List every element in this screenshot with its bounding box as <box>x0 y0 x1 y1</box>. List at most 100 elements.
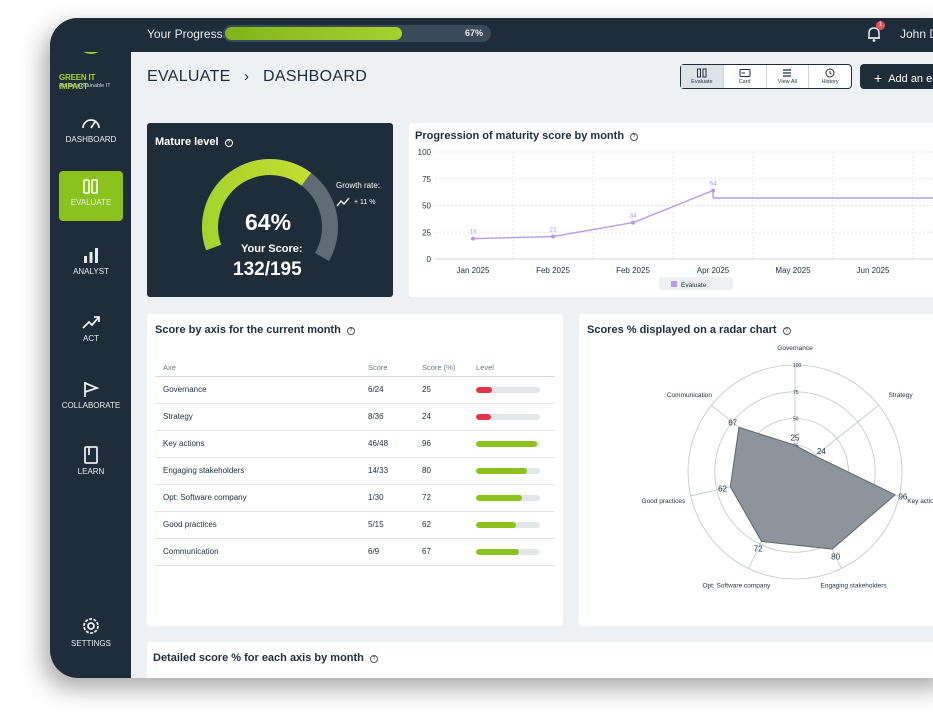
score-by-axis-title: Score by axis for the current month? <box>155 324 355 336</box>
help-icon[interactable]: ? <box>346 327 355 335</box>
score-cell: 5/15 <box>368 511 422 539</box>
radar-card: Scores % displayed on a radar chart? 025… <box>579 314 933 626</box>
sidebar-item-learn[interactable]: LEARN <box>59 440 123 490</box>
progress-fill <box>225 27 402 40</box>
axe-cell: Communication <box>155 538 368 566</box>
view-label: Evaluate <box>691 79 713 85</box>
level-bar <box>476 413 540 420</box>
y-tick-label: 100 <box>418 148 432 157</box>
table-row[interactable]: Engaging stakeholders 14/33 80 <box>155 457 555 485</box>
trend-up-icon <box>336 197 350 207</box>
radar-axis-label: Good practices <box>642 498 686 505</box>
table-row[interactable]: Communication 6/9 67 <box>155 538 555 566</box>
score-pct-cell: 62 <box>422 511 476 539</box>
view-label: View All <box>777 79 797 85</box>
brand-tagline: Act for sustainable IT <box>59 83 111 89</box>
y-tick-label: 25 <box>422 228 431 237</box>
radar-value-label: 24 <box>817 447 826 456</box>
data-point <box>471 236 475 241</box>
sidebar-item-label: COLLABORATE <box>61 401 121 410</box>
detailed-score-title: Detailed score % for each axis by month? <box>153 652 378 664</box>
sidebar-item-settings[interactable]: SETTINGS <box>59 610 123 660</box>
score-by-axis-card: Score by axis for the current month? Axe… <box>147 314 563 626</box>
score-cell: 6/9 <box>368 538 422 566</box>
level-bar <box>476 548 540 555</box>
bar-chart-icon <box>84 248 98 263</box>
growth-rate-label: Growth rate: <box>336 181 381 190</box>
view-evaluate-button[interactable]: Evaluate <box>681 65 724 88</box>
score-cell: 14/33 <box>368 457 422 485</box>
table-row[interactable]: Key actions 46/48 96 <box>155 430 555 458</box>
sidebar-item-label: EVALUATE <box>70 198 112 207</box>
gauge-fill <box>202 158 312 251</box>
main-content: EVALUATE › DASHBOARD Evaluate Card View … <box>131 52 933 678</box>
score-pct-cell: 25 <box>422 376 476 404</box>
view-card-button[interactable]: Card <box>724 65 767 88</box>
x-tick-label: May 2025 <box>775 266 811 275</box>
data-point <box>711 188 715 193</box>
mature-level-card: Mature level? 64% Your Score: 132/195 Gr… <box>147 123 393 297</box>
x-tick-label: Jan 2025 <box>457 266 490 275</box>
user-name[interactable]: John D <box>900 27 933 41</box>
sidebar-item-dashboard[interactable]: DASHBOARD <box>59 108 123 158</box>
score-by-axis-table: Axe Score Score (%) Level Governance 6/24… <box>155 360 555 566</box>
score-pct-cell: 72 <box>422 484 476 512</box>
level-bar <box>476 440 540 447</box>
column-header-score: Score <box>368 360 422 377</box>
view-all-button[interactable]: View All <box>767 65 810 88</box>
detailed-score-card: Detailed score % for each axis by month?… <box>147 642 933 678</box>
progress-percent: 67% <box>464 28 483 38</box>
score-by-axis-title-text: Score by axis for the current month <box>155 324 341 336</box>
breadcrumb-dashboard: DASHBOARD <box>263 68 368 85</box>
axe-cell: Key actions <box>155 430 368 458</box>
column-header-level: Level <box>476 360 555 377</box>
level-cell <box>476 538 555 566</box>
x-tick-label: Jun 2025 <box>857 266 890 275</box>
help-icon[interactable]: ? <box>369 655 378 663</box>
y-tick-label: 50 <box>422 202 431 211</box>
level-cell <box>476 484 555 512</box>
radar-axis-label: Opt: Software company <box>702 583 771 590</box>
history-icon <box>825 68 835 78</box>
level-bar-fill <box>476 521 516 528</box>
add-button-label: Add an e <box>888 73 933 85</box>
sidebar-item-collaborate[interactable]: COLLABORATE <box>59 374 123 424</box>
score-cell: 6/24 <box>368 376 422 404</box>
level-cell <box>476 403 555 431</box>
list-icon <box>783 69 792 77</box>
add-evaluation-button[interactable]: + Add an e <box>860 64 933 89</box>
sidebar-item-act[interactable]: ACT <box>59 307 123 357</box>
radar-tick-label: 50 <box>793 417 799 423</box>
sidebar-item-analyst[interactable]: ANALYST <box>59 240 123 290</box>
view-label: History <box>821 79 839 85</box>
score-pct-cell: 24 <box>422 403 476 431</box>
sidebar-item-label: SETTINGS <box>70 639 111 648</box>
radar-value-label: 62 <box>718 485 727 494</box>
score-pct-cell: 80 <box>422 457 476 485</box>
score-pct-cell: 96 <box>422 430 476 458</box>
axe-cell: Opt: Software company <box>155 484 368 512</box>
level-bar-fill <box>476 494 523 501</box>
level-bar-fill <box>476 467 528 474</box>
table-row[interactable]: Governance 6/24 25 <box>155 376 555 404</box>
sidebar-item-label: ANALYST <box>73 267 109 276</box>
breadcrumb-evaluate[interactable]: EVALUATE <box>147 68 231 86</box>
table-row[interactable]: Good practices 5/15 62 <box>155 511 555 539</box>
notification-badge: 1 <box>876 21 885 30</box>
radar-axis-label: Governance <box>777 345 813 352</box>
radar-axis-label: Communication <box>667 392 713 399</box>
legend-swatch <box>671 281 677 287</box>
table-row[interactable]: Strategy 8/36 24 <box>155 403 555 431</box>
x-tick-label: Apr 2025 <box>697 266 730 275</box>
gauge-icon <box>82 119 100 129</box>
view-history-button[interactable]: History <box>809 65 851 88</box>
gear-icon <box>83 618 99 634</box>
flag-icon <box>84 382 100 397</box>
axe-cell: Strategy <box>155 403 368 431</box>
table-row[interactable]: Opt: Software company 1/30 72 <box>155 484 555 512</box>
axe-cell: Engaging stakeholders <box>155 457 368 485</box>
sidebar-item-label: DASHBOARD <box>65 135 117 144</box>
table-header-row: Axe Score Score (%) Level <box>155 360 555 377</box>
legend-label: Evaluate <box>681 282 707 289</box>
sidebar-item-evaluate[interactable]: EVALUATE <box>59 171 123 221</box>
